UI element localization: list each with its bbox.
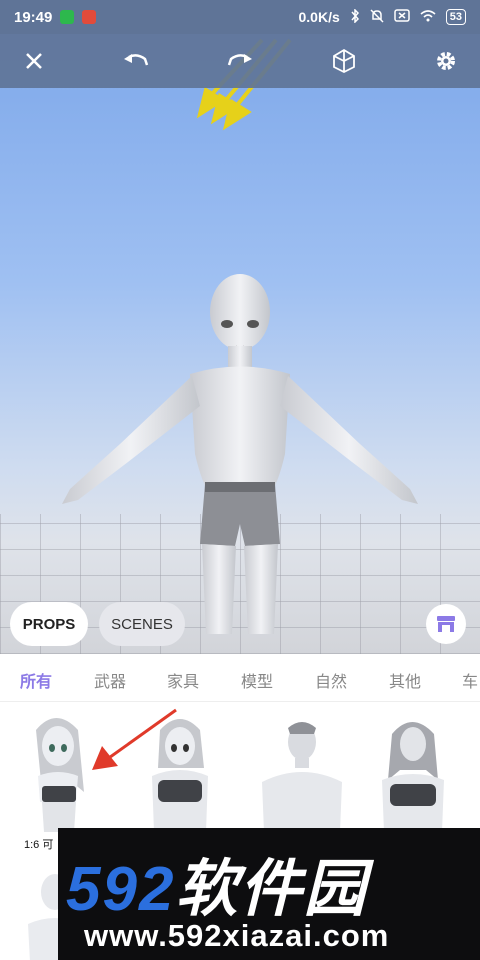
male-figure-thumbnail <box>262 722 342 832</box>
scenes-button[interactable]: SCENES <box>99 602 185 646</box>
cube-icon <box>333 48 355 74</box>
clock: 19:49 <box>14 8 53 26</box>
bluetooth-icon <box>350 7 360 26</box>
store-icon <box>437 616 455 632</box>
gear-icon <box>437 52 455 70</box>
tab-other[interactable]: 其他 <box>389 668 421 692</box>
status-bar: 19:49 0.0K/s 53 <box>0 0 480 34</box>
editor-toolbar <box>0 34 480 88</box>
3d-viewport[interactable]: PROPS SCENES <box>0 34 480 654</box>
close-button[interactable] <box>14 41 54 81</box>
tab-nature[interactable]: 自然 <box>315 668 347 692</box>
site-watermark: 592软件园 www.592xiazai.com <box>58 828 480 960</box>
watermark-number: 592 <box>66 855 176 924</box>
wifi-icon <box>420 9 436 25</box>
undo-button[interactable] <box>116 41 156 81</box>
watermark-cn: 软件园 <box>175 855 368 924</box>
shield-app-icon <box>60 10 75 24</box>
tab-all[interactable]: 所有 <box>20 668 52 692</box>
tab-models[interactable]: 模型 <box>241 668 273 692</box>
prop-item-female-figure[interactable] <box>368 712 468 832</box>
female-figure-thumbnail <box>382 722 444 832</box>
tab-furniture[interactable]: 家具 <box>167 668 199 692</box>
redo-button[interactable] <box>220 41 260 81</box>
close-icon <box>26 53 42 69</box>
tab-vehicles[interactable]: 车 <box>462 668 478 692</box>
props-button[interactable]: PROPS <box>10 602 88 646</box>
prop-item-label: 1:6 可 <box>24 839 54 851</box>
red-arrow-annotation <box>92 708 177 770</box>
settings-button[interactable] <box>426 41 466 81</box>
notification-app-icon <box>82 10 97 24</box>
undo-icon <box>124 54 149 66</box>
category-tabs: 所有 武器 家具 模型 自然 其他 车 <box>0 654 480 702</box>
battery-indicator: 53 <box>445 9 466 25</box>
sim-icon <box>394 9 410 25</box>
net-speed: 0.0K/s <box>298 9 340 25</box>
store-button[interactable] <box>426 604 466 644</box>
watermark-logo: 592软件园 <box>66 838 367 928</box>
watermark-url: www.592xiazai.com <box>84 918 390 953</box>
tab-weapons[interactable]: 武器 <box>94 668 126 692</box>
mannequin-figure[interactable] <box>0 34 480 654</box>
mute-bell-icon <box>370 8 384 26</box>
view-3d-button[interactable] <box>324 41 364 81</box>
prop-item-male-figure[interactable] <box>252 712 352 832</box>
redo-icon <box>227 54 252 66</box>
